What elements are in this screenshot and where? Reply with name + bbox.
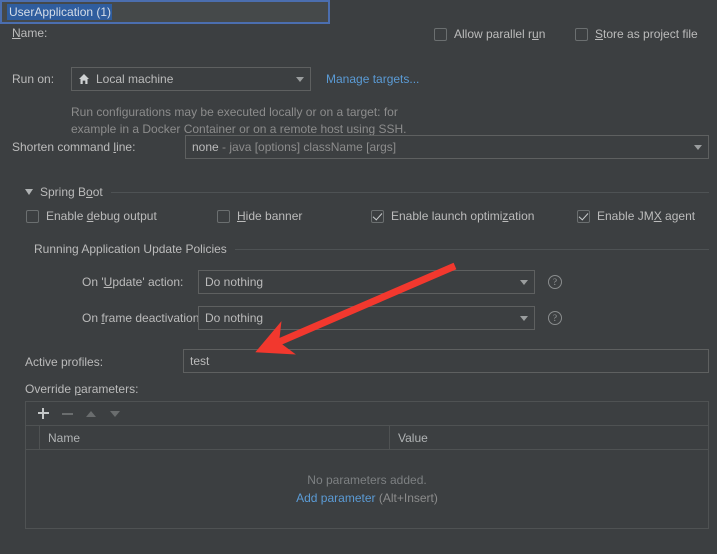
on-frame-deactivation-label: On frame deactivation: [82,311,203,325]
on-update-action-combo[interactable]: Do nothing [198,270,535,294]
name-label-wrap: Name: [12,26,47,40]
on-frame-deactivation-help-icon[interactable]: ? [548,311,562,325]
allow-parallel-run-label: Allow parallel run [454,27,546,41]
name-label-mnemonic: N [12,26,21,40]
add-parameter-shortcut: (Alt+Insert) [378,490,438,505]
allow-parallel-run-box[interactable] [434,27,447,41]
spring-boot-group-title: Spring Boot [40,185,103,199]
spring-boot-group-header[interactable]: Spring Boot [25,185,709,199]
enable-jmx-agent-box[interactable] [577,209,590,223]
move-up-button[interactable] [80,404,102,424]
update-policies-group-header: Running Application Update Policies [34,242,709,256]
hide-banner-checkbox[interactable]: Hide banner [217,209,302,223]
enable-jmx-agent-label: Enable JMX agent [597,209,696,223]
name-input-value: UserApplication (1) [7,4,113,20]
override-parameters-table: Name Value No parameters added. Add para… [25,401,709,529]
chevron-down-icon[interactable] [296,76,304,82]
store-as-project-file-checkbox[interactable]: Store as project file [575,27,698,41]
down-arrow-icon [110,410,120,417]
chevron-down-icon[interactable] [694,144,702,150]
group-separator-line [234,248,709,250]
active-profiles-value: test [190,354,210,368]
on-update-action-value: Do nothing [205,275,264,289]
override-parameters-empty-state: No parameters added. Add parameter (Alt+… [26,450,708,527]
shorten-command-line-combo[interactable]: none - java [options] className [args] [185,135,709,159]
chevron-down-icon[interactable] [520,315,528,321]
plus-icon [37,408,49,419]
chevron-down-icon[interactable] [520,279,528,285]
active-profiles-input[interactable]: test [183,349,709,373]
hide-banner-label: Hide banner [237,209,303,223]
update-policies-group-title: Running Application Update Policies [34,242,227,256]
triangle-down-icon[interactable] [25,189,33,195]
override-parameters-header-row: Name Value [26,426,708,450]
enable-launch-optimization-checkbox[interactable]: Enable launch optimization [371,209,534,223]
column-header-name[interactable]: Name [40,426,390,449]
home-icon [78,73,90,85]
column-header-value[interactable]: Value [390,426,708,449]
row-gutter-column [26,426,40,449]
group-separator-line [110,191,709,193]
name-input[interactable]: UserApplication (1) [0,0,330,24]
add-parameter-link[interactable]: Add parameter [296,491,375,505]
on-update-action-label: On 'Update' action: [82,275,184,289]
active-profiles-label: Active profiles: [25,355,104,369]
enable-launch-optimization-label: Enable launch optimization [391,209,535,223]
empty-state-action: Add parameter (Alt+Insert) [296,491,438,505]
override-parameters-toolbar [26,402,708,426]
run-on-hint-line1: Run configurations may be executed local… [71,105,398,119]
run-on-value: Local machine [96,72,174,86]
on-frame-deactivation-value: Do nothing [205,311,264,325]
on-frame-deactivation-combo[interactable]: Do nothing [198,306,535,330]
enable-jmx-agent-checkbox[interactable]: Enable JMX agent [577,209,695,223]
shorten-command-line-label: Shorten command line: [12,140,136,154]
name-label: Name: [12,26,48,40]
run-on-combo[interactable]: Local machine [71,67,311,91]
run-configuration-panel: Name: UserApplication (1) Allow parallel… [0,0,717,554]
move-down-button[interactable] [104,404,126,424]
allow-parallel-run-checkbox[interactable]: Allow parallel run [434,27,545,41]
up-arrow-icon [86,410,96,417]
run-on-hint: Run configurations may be executed local… [71,104,407,138]
enable-debug-output-box[interactable] [26,209,39,223]
override-parameters-label: Override parameters: [25,382,139,396]
remove-parameter-button[interactable] [56,404,78,424]
add-parameter-button[interactable] [32,404,54,424]
run-on-label: Run on: [12,72,55,86]
empty-state-text: No parameters added. [307,472,427,487]
store-as-project-file-label: Store as project file [595,27,698,41]
shorten-command-line-value-detail: - java [options] className [args] [222,140,397,154]
store-as-project-file-box[interactable] [575,27,588,41]
shorten-command-line-value: none [192,140,219,154]
minus-icon [61,412,73,415]
enable-launch-optimization-box[interactable] [371,209,384,223]
enable-debug-output-checkbox[interactable]: Enable debug output [26,209,157,223]
on-update-action-help-icon[interactable]: ? [548,275,562,289]
manage-targets-link[interactable]: Manage targets... [326,72,419,86]
enable-debug-output-label: Enable debug output [46,209,157,223]
hide-banner-box[interactable] [217,209,230,223]
